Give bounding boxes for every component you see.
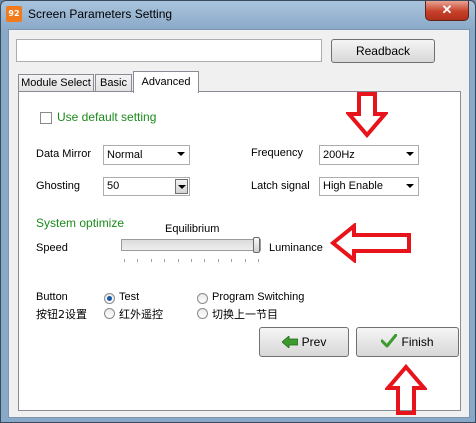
radio-test[interactable] xyxy=(104,293,115,304)
annotation-arrow-down-icon xyxy=(346,92,388,138)
button-setting-label: Button xyxy=(36,291,68,303)
radio-ir-remote[interactable] xyxy=(104,308,115,319)
luminance-label: Luminance xyxy=(269,242,323,254)
slider-tick xyxy=(217,259,219,262)
dropdown-button[interactable] xyxy=(175,179,188,194)
app-icon: 92 xyxy=(6,6,22,22)
tab-module-select[interactable]: Module Select xyxy=(18,74,94,92)
latch-signal-select[interactable]: High Enable xyxy=(319,177,419,196)
radio-test-label: Test xyxy=(119,291,140,303)
slider-thumb[interactable] xyxy=(253,237,260,253)
readback-field[interactable] xyxy=(16,39,322,62)
radio-ir-remote-label: 红外遥控 xyxy=(119,308,163,321)
ghosting-label: Ghosting xyxy=(36,180,81,192)
slider-tick xyxy=(124,259,125,262)
chevron-down-icon xyxy=(177,152,185,156)
speed-label: Speed xyxy=(36,242,68,254)
use-default-checkbox[interactable] xyxy=(40,112,52,124)
chevron-down-icon xyxy=(406,152,414,156)
annotation-arrow-up-icon xyxy=(385,364,427,415)
chevron-down-icon xyxy=(178,185,186,189)
finish-button[interactable]: Finish xyxy=(356,327,459,357)
latch-signal-value: High Enable xyxy=(323,180,383,192)
button2-setting-label-cn: 按钮2设置 xyxy=(36,308,87,321)
chevron-down-icon xyxy=(406,184,414,188)
slider-tick xyxy=(191,259,192,262)
title-bar[interactable]: 92 Screen Parameters Setting ✕ xyxy=(1,1,475,29)
frequency-label: Frequency xyxy=(251,147,303,159)
readback-button[interactable]: Readback xyxy=(331,39,435,63)
slider-tick xyxy=(258,259,259,262)
dialog-window: 92 Screen Parameters Setting ✕ Readback … xyxy=(0,0,476,423)
slider-tick xyxy=(177,259,179,262)
use-default-label: Use default setting xyxy=(57,110,157,124)
data-mirror-label: Data Mirror xyxy=(36,148,92,160)
slider-tick xyxy=(137,259,139,262)
slider-tick xyxy=(150,259,152,262)
latch-signal-label: Latch signal xyxy=(251,180,310,192)
data-mirror-select[interactable]: Normal xyxy=(103,145,190,165)
finish-button-label: Finish xyxy=(401,335,434,349)
prev-button[interactable]: Prev xyxy=(259,327,349,357)
slider-tick xyxy=(204,259,206,262)
radio-program-switching-label: Program Switching xyxy=(212,291,305,303)
radio-program-switching[interactable] xyxy=(197,293,208,304)
window-title: Screen Parameters Setting xyxy=(28,7,173,21)
close-button[interactable]: ✕ xyxy=(425,1,469,21)
data-mirror-value: Normal xyxy=(107,149,143,161)
ghosting-select[interactable]: 50 xyxy=(103,177,190,196)
annotation-arrow-left-icon xyxy=(330,223,411,263)
tab-advanced[interactable]: Advanced xyxy=(133,71,199,93)
optimize-slider[interactable] xyxy=(121,237,261,253)
ghosting-value: 50 xyxy=(107,180,120,192)
prev-button-label: Prev xyxy=(301,335,327,349)
radio-previous-program-label: 切换上一节目 xyxy=(212,308,278,321)
frequency-select[interactable]: 200Hz xyxy=(319,145,419,165)
arrow-left-icon xyxy=(281,335,299,349)
checkmark-icon xyxy=(380,333,398,348)
slider-tick xyxy=(244,259,246,262)
tab-basic[interactable]: Basic xyxy=(95,74,132,92)
equilibrium-label: Equilibrium xyxy=(165,223,220,235)
slider-tick xyxy=(231,259,233,262)
frequency-value: 200Hz xyxy=(323,149,355,161)
radio-previous-program[interactable] xyxy=(197,308,208,319)
system-optimize-label: System optimize xyxy=(36,216,125,230)
slider-tick xyxy=(164,259,166,262)
